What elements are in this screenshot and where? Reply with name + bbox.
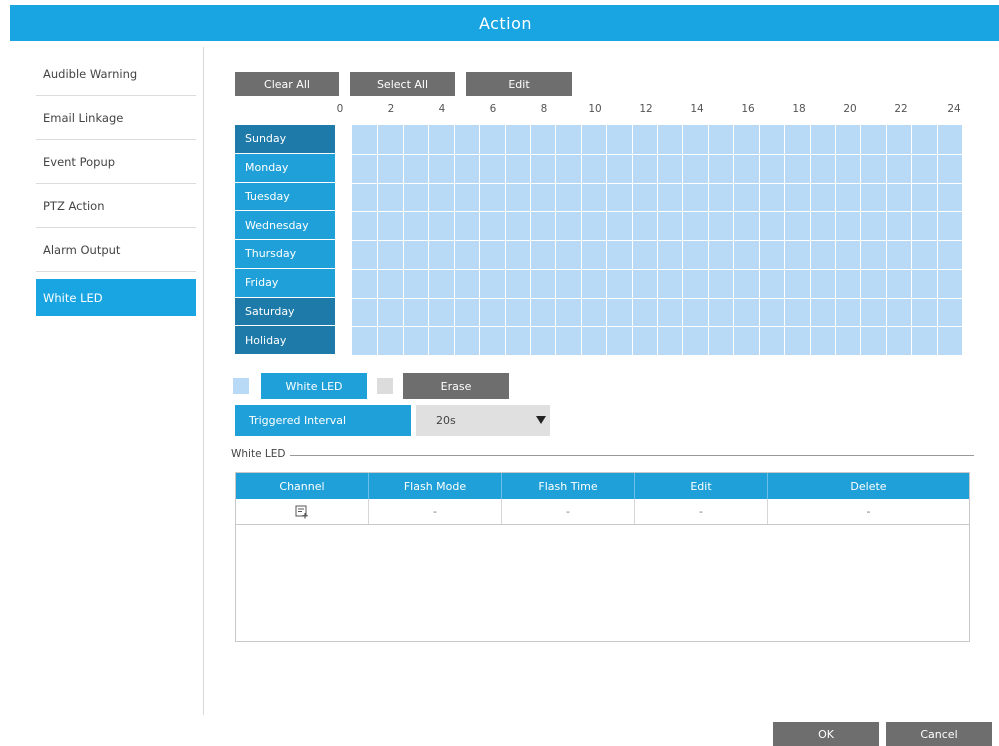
edit-button[interactable]: Edit [466,72,572,96]
column-header-flash-mode: Flash Mode [369,473,502,499]
hour-label: 0 [336,103,344,115]
day-label-saturday[interactable]: Saturday [235,297,335,327]
grid-line [352,154,962,155]
hour-axis: 0 2 4 6 8 10 12 14 16 18 20 22 24 [336,103,970,119]
clear-all-button[interactable]: Clear All [235,72,339,96]
sidebar-item-email-linkage[interactable]: Email Linkage [36,96,196,140]
day-label-sunday[interactable]: Sunday [235,125,335,154]
day-label-thursday[interactable]: Thursday [235,240,335,269]
section-divider [290,455,974,456]
ok-button[interactable]: OK [773,722,879,746]
hour-label: 16 [741,103,755,115]
sidebar-item-white-led[interactable]: White LED [36,279,196,316]
channel-cell [236,499,369,524]
day-label-wednesday[interactable]: Wednesday [235,211,335,240]
triggered-interval-value: 20s [436,414,456,427]
dropdown-arrow-icon [536,416,546,424]
sidebar-item-alarm-output[interactable]: Alarm Output [36,228,196,272]
hour-label: 4 [438,103,446,115]
triggered-interval-label: Triggered Interval [235,405,411,436]
cancel-button[interactable]: Cancel [886,722,992,746]
hour-label: 2 [387,103,395,115]
sidebar-item-audible-warning[interactable]: Audible Warning [36,52,196,96]
white-led-mode-button[interactable]: White LED [261,373,367,399]
window-title: Action [478,13,533,33]
add-channel-icon[interactable] [295,505,309,519]
schedule-grid[interactable] [352,125,962,355]
hour-label: 18 [792,103,806,115]
window-titlebar: Action [10,5,999,41]
grid-line [352,211,962,212]
day-labels: Sunday Monday Tuesday Wednesday Thursday… [235,125,335,355]
grid-line [352,326,962,327]
day-label-monday[interactable]: Monday [235,153,335,183]
delete-cell: - [866,505,871,518]
column-header-flash-time: Flash Time [502,473,635,499]
day-label-friday[interactable]: Friday [235,268,335,298]
day-label-holiday[interactable]: Holiday [235,326,335,355]
hour-label: 14 [690,103,704,115]
white-led-table: Channel Flash Mode Flash Time Edit Delet… [235,472,970,642]
flash-time-cell: - [502,499,635,524]
white-led-section-legend: White LED [231,448,286,460]
sidebar-divider [203,47,204,715]
column-header-edit: Edit [635,473,768,499]
table-row: - - - - [236,499,969,525]
hour-label: 22 [894,103,908,115]
erase-mode-button[interactable]: Erase [403,373,509,399]
flash-mode-cell: - [369,499,502,524]
column-header-channel: Channel [236,473,369,499]
table-header: Channel Flash Mode Flash Time Edit Delet… [236,473,969,499]
hour-label: 10 [588,103,602,115]
day-label-tuesday[interactable]: Tuesday [235,182,335,212]
hour-label: 24 [947,103,961,115]
column-header-delete: Delete [850,479,887,493]
grid-line [352,240,962,241]
sidebar-item-ptz-action[interactable]: PTZ Action [36,184,196,228]
grid-line [352,298,962,299]
white-led-swatch [233,378,249,394]
hour-label: 6 [489,103,497,115]
grid-line [352,269,962,270]
sidebar-item-event-popup[interactable]: Event Popup [36,140,196,184]
hour-label: 8 [540,103,548,115]
triggered-interval-select[interactable]: 20s [416,405,550,436]
sidebar: Audible Warning Email Linkage Event Popu… [36,52,196,316]
hour-label: 12 [639,103,653,115]
edit-cell: - [635,499,768,524]
hour-label: 20 [843,103,857,115]
select-all-button[interactable]: Select All [350,72,455,96]
erase-swatch [377,378,393,394]
grid-line [352,183,962,184]
